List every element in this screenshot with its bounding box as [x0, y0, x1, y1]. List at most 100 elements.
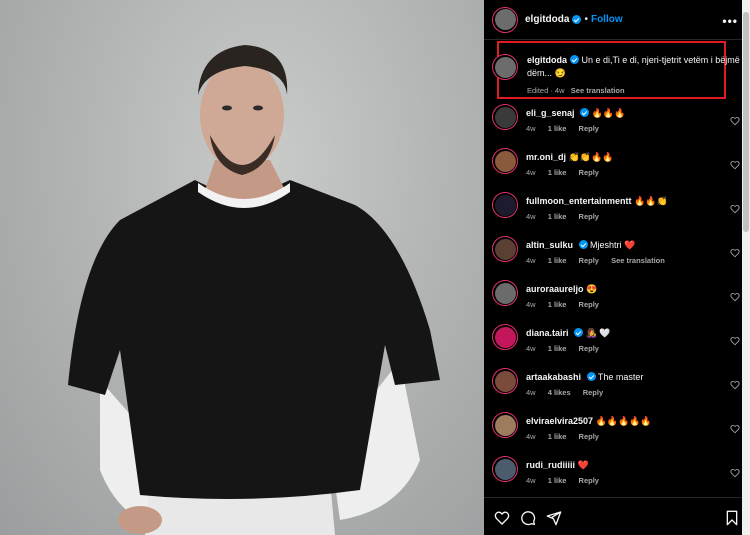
- see-translation-link[interactable]: See translation: [611, 256, 665, 265]
- portrait-image: [68, 45, 440, 535]
- comment-avatar[interactable]: [492, 456, 518, 482]
- more-options-icon[interactable]: •••: [722, 14, 738, 28]
- post-side-panel: elgitdoda • Follow ••• elgitdoda Un e di…: [484, 0, 750, 535]
- comment-username[interactable]: elviraelvira2507: [526, 416, 593, 426]
- comment-username[interactable]: eli_g_senaj: [526, 108, 575, 118]
- heart-icon[interactable]: [494, 510, 510, 526]
- comment-row: auroraaureljo 😍 4w 1 like Reply: [484, 280, 750, 324]
- avatar-image: [494, 106, 516, 128]
- reply-button[interactable]: Reply: [579, 212, 599, 221]
- comment-text: 👩‍🎤 🤍: [585, 328, 611, 338]
- avatar-image: [494, 282, 516, 304]
- comment-likes[interactable]: 1 like: [548, 432, 567, 441]
- comment-row: artaakabashi The master 4w 4 likes Reply: [484, 368, 750, 412]
- comment-avatar[interactable]: [492, 412, 518, 438]
- comment-likes[interactable]: 1 like: [548, 344, 567, 353]
- comment-avatar[interactable]: [492, 324, 518, 350]
- comment-text: 🔥🔥🔥🔥🔥: [595, 416, 652, 426]
- comment-text: Mjeshtri ❤️: [590, 240, 636, 250]
- reply-button[interactable]: Reply: [579, 476, 599, 485]
- bookmark-icon[interactable]: [724, 510, 740, 526]
- reply-button[interactable]: Reply: [579, 300, 599, 309]
- comment-row: elviraelvira2507 🔥🔥🔥🔥🔥 4w 1 like Reply: [484, 412, 750, 456]
- comment-username[interactable]: diana.tairi: [526, 328, 569, 338]
- scrollbar-thumb[interactable]: [743, 12, 749, 232]
- comment-age: 4w: [526, 256, 536, 265]
- comment-age: 4w: [526, 344, 536, 353]
- comment-age: 4w: [526, 168, 536, 177]
- comment-icon[interactable]: [520, 510, 536, 526]
- comment-like-heart-icon[interactable]: [730, 380, 740, 390]
- comment-like-heart-icon[interactable]: [730, 160, 740, 170]
- comment-avatar[interactable]: [492, 368, 518, 394]
- comment-like-heart-icon[interactable]: [730, 248, 740, 258]
- avatar-image: [494, 370, 516, 392]
- caption-edited-time: Edited · 4w: [527, 86, 565, 95]
- comment-age: 4w: [526, 432, 536, 441]
- comment-text: 😍: [586, 284, 598, 294]
- comment-avatar[interactable]: [492, 148, 518, 174]
- post-header: elgitdoda • Follow •••: [484, 0, 750, 40]
- comment-text: 🔥🔥👏: [634, 196, 668, 206]
- comment-likes[interactable]: 1 like: [548, 124, 567, 133]
- comment-text: 👏👏🔥🔥: [568, 152, 614, 162]
- reply-button[interactable]: Reply: [579, 124, 599, 133]
- verified-badge-icon: [572, 15, 582, 24]
- comments-list: eli_g_senaj 🔥🔥🔥 4w 1 like Reply mr.oni_d…: [484, 104, 750, 500]
- comment-likes[interactable]: 1 like: [548, 168, 567, 177]
- separator-dot: •: [584, 14, 588, 25]
- verified-badge-icon: [578, 240, 588, 249]
- comment-username[interactable]: rudi_rudiiiii: [526, 460, 575, 470]
- avatar-image: [494, 194, 516, 216]
- reply-button[interactable]: Reply: [579, 256, 599, 265]
- comment-row: eli_g_senaj 🔥🔥🔥 4w 1 like Reply: [484, 104, 750, 148]
- reply-button[interactable]: Reply: [579, 344, 599, 353]
- comment-username[interactable]: artaakabashi: [526, 372, 581, 382]
- caption-see-translation[interactable]: See translation: [571, 86, 625, 95]
- comment-likes[interactable]: 1 like: [548, 256, 567, 265]
- comment-likes[interactable]: 4 likes: [548, 388, 571, 397]
- comment-like-heart-icon[interactable]: [730, 424, 740, 434]
- comment-age: 4w: [526, 212, 536, 221]
- post-photo: [0, 0, 484, 535]
- post-actions-bar: [484, 497, 750, 535]
- verified-badge-icon: [570, 55, 579, 64]
- avatar-image: [494, 414, 516, 436]
- comment-like-heart-icon[interactable]: [730, 116, 740, 126]
- comment-avatar[interactable]: [492, 104, 518, 130]
- comment-likes[interactable]: 1 like: [548, 300, 567, 309]
- comment-age: 4w: [526, 124, 536, 133]
- follow-button[interactable]: Follow: [591, 14, 623, 25]
- comment-text: 🔥🔥🔥: [591, 108, 626, 118]
- reply-button[interactable]: Reply: [579, 432, 599, 441]
- comment-age: 4w: [526, 388, 536, 397]
- verified-badge-icon: [574, 328, 584, 337]
- scrollbar[interactable]: [742, 0, 750, 535]
- comment-username[interactable]: mr.oni_dj: [526, 152, 566, 162]
- comment-likes[interactable]: 1 like: [548, 212, 567, 221]
- comment-like-heart-icon[interactable]: [730, 336, 740, 346]
- comment-like-heart-icon[interactable]: [730, 468, 740, 478]
- comment-avatar[interactable]: [492, 192, 518, 218]
- caption-username[interactable]: elgitdoda: [527, 55, 567, 65]
- reply-button[interactable]: Reply: [579, 168, 599, 177]
- comment-age: 4w: [526, 300, 536, 309]
- comment-like-heart-icon[interactable]: [730, 204, 740, 214]
- author-username[interactable]: elgitdoda: [525, 14, 569, 25]
- author-avatar[interactable]: [492, 6, 518, 33]
- comment-avatar[interactable]: [492, 236, 518, 262]
- reply-button[interactable]: Reply: [583, 388, 603, 397]
- avatar-image: [494, 458, 516, 480]
- avatar-image: [494, 150, 516, 172]
- comment-avatar[interactable]: [492, 280, 518, 306]
- verified-badge-icon: [586, 372, 596, 381]
- comment-username[interactable]: auroraaureljo: [526, 284, 584, 294]
- comment-likes[interactable]: 1 like: [548, 476, 567, 485]
- share-icon[interactable]: [546, 510, 562, 526]
- comment-text: ❤️: [577, 460, 589, 470]
- comment-username[interactable]: fullmoon_entertainmentt: [526, 196, 632, 206]
- caption-author-avatar[interactable]: [492, 54, 518, 80]
- comment-text: The master: [597, 372, 644, 382]
- comment-like-heart-icon[interactable]: [730, 292, 740, 302]
- comment-username[interactable]: altin_sulku: [526, 240, 573, 250]
